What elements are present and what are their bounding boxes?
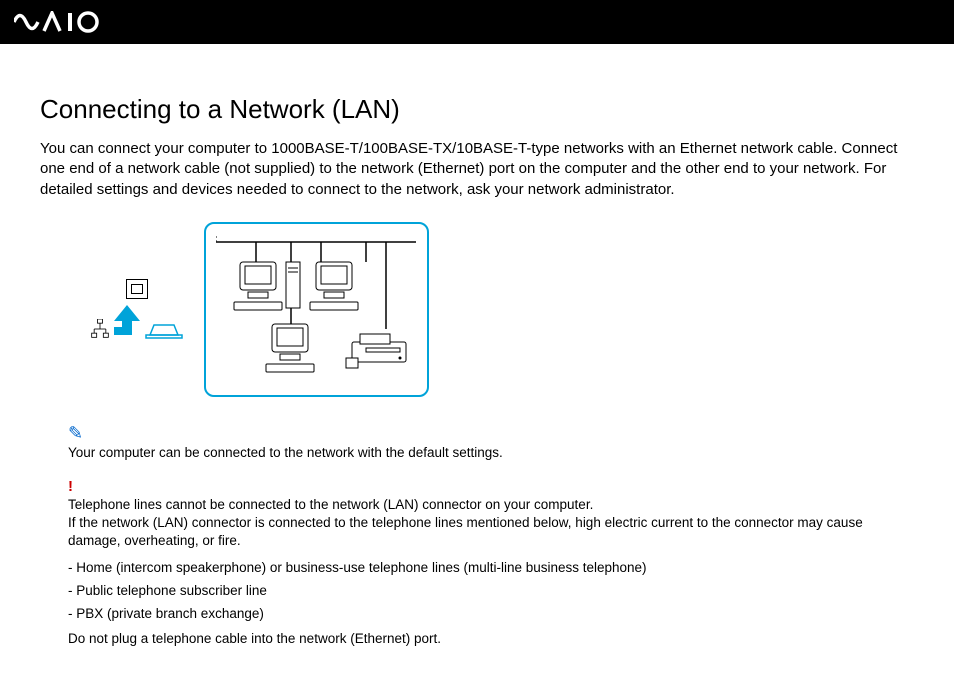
warning-exclamation-icon: ! <box>68 478 73 495</box>
bullet-item: Public telephone subscriber line <box>68 583 914 598</box>
note-block: ✎ Your computer can be connected to the … <box>68 423 914 462</box>
page-title: Connecting to a Network (LAN) <box>40 94 914 125</box>
final-note: Do not plug a telephone cable into the n… <box>68 631 914 646</box>
note-pen-icon: ✎ <box>68 423 83 443</box>
prev-page-arrow[interactable]: ◀ <box>887 5 898 22</box>
section-label: Using Peripheral Devices <box>768 23 936 39</box>
next-page-arrow[interactable]: ▶ <box>925 5 936 22</box>
up-arrow-icon <box>114 305 140 339</box>
page-number: 94 <box>904 6 920 22</box>
vaio-logo <box>14 11 109 33</box>
network-diagram <box>90 222 914 397</box>
page-content: Connecting to a Network (LAN) You can co… <box>0 44 954 666</box>
intro-paragraph: You can connect your computer to 1000BAS… <box>40 139 914 200</box>
lan-diagram-box <box>204 222 429 397</box>
note-text: Your computer can be connected to the ne… <box>68 445 503 460</box>
warning-line2: If the network (LAN) connector is connec… <box>68 514 914 550</box>
laptop-icon <box>144 323 184 339</box>
port-indicator <box>90 279 184 339</box>
network-topology-icon <box>90 319 110 339</box>
bullet-item: Home (intercom speakerphone) or business… <box>68 560 914 575</box>
bullet-item: PBX (private branch exchange) <box>68 606 914 621</box>
warning-line1: Telephone lines cannot be connected to t… <box>68 496 914 514</box>
warning-bullets: Home (intercom speakerphone) or business… <box>68 560 914 621</box>
ethernet-port-icon <box>126 279 148 299</box>
page-nav: ◀ 94 ▶ <box>887 5 936 22</box>
warning-block: ! Telephone lines cannot be connected to… <box>68 478 914 551</box>
page-header: ◀ 94 ▶ Using Peripheral Devices <box>0 0 954 44</box>
